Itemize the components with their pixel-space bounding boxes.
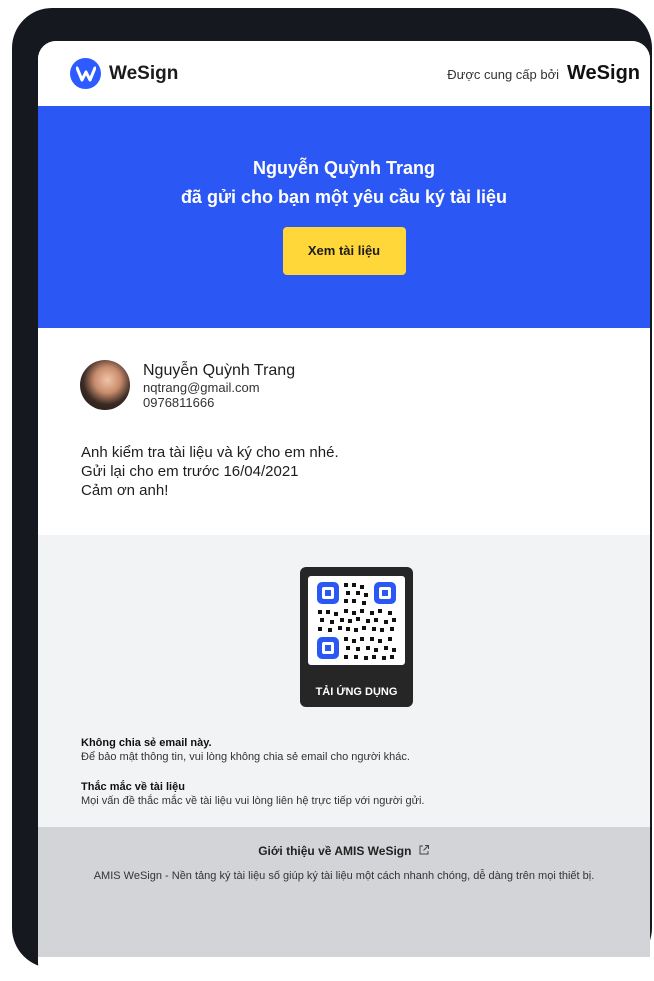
device-frame: WeSign Được cung cấp bởi WeSign Nguyễn Q… [12,8,652,981]
hero-sender-name: Nguyễn Quỳnh Trang [252,158,435,178]
no-share-text: Để bảo mật thông tin, vui lòng không chi… [81,751,410,763]
questions-title: Thắc mắc về tài liệu [81,781,185,793]
message-line: Cảm ơn anh! [81,482,169,499]
avatar [80,360,130,410]
sender-phone: 0976811666 [143,395,215,410]
message-line: Anh kiểm tra tài liệu và ký cho em nhé. [81,444,339,461]
email-header: WeSign Được cung cấp bởi WeSign [38,41,650,106]
message-line: Gửi lại cho em trước 16/04/2021 [81,463,299,480]
hero-banner: Nguyễn Quỳnh Trang đã gửi cho bạn một yê… [38,106,650,328]
footer-description: AMIS WeSign - Nền tảng ký tài liệu số gi… [93,870,595,882]
brand: WeSign [70,58,178,89]
no-share-notice: Không chia sẻ email này. Để bảo mật thôn… [81,737,410,763]
sender-section: Nguyễn Quỳnh Trang nqtrang@gmail.com 097… [38,328,650,535]
qr-code-icon [308,576,405,665]
no-share-title: Không chia sẻ email này. [81,737,212,749]
sender-message: Anh kiểm tra tài liệu và ký cho em nhé. … [81,443,339,500]
footer: Giới thiệu về AMIS WeSign AMIS WeSign - … [38,827,650,957]
download-app-label: TẢI ỨNG DỤNG [315,686,398,698]
email-screen: WeSign Được cung cấp bởi WeSign Nguyễn Q… [38,41,650,981]
sender-info: Nguyễn Quỳnh Trang nqtrang@gmail.com 097… [143,362,295,410]
about-wesign-label: Giới thiệu về AMIS WeSign [258,844,412,858]
questions-notice: Thắc mắc về tài liệu Mọi vấn đề thắc mắc… [81,781,424,807]
sender-email[interactable]: nqtrang@gmail.com [143,380,295,395]
view-document-button[interactable]: Xem tài liệu [282,227,406,275]
about-wesign-link[interactable]: Giới thiệu về AMIS WeSign [38,827,650,858]
provided-by: Được cung cấp bởi WeSign [447,62,640,85]
hero-subtitle: đã gửi cho bạn một yêu cầu ký tài liệu [180,187,508,207]
download-app-qr[interactable]: TẢI ỨNG DỤNG [300,567,413,707]
brand-name: WeSign [109,62,179,84]
info-section: TẢI ỨNG DỤNG Không chia sẻ email này. Để… [38,535,650,827]
provided-by-brand: WeSign [567,62,640,84]
wesign-logo-icon [70,58,101,89]
sender-name: Nguyễn Quỳnh Trang [143,362,296,379]
provided-by-label: Được cung cấp bởi [447,67,560,82]
external-link-icon [419,845,429,855]
questions-text: Mọi vấn đề thắc mắc về tài liệu vui lòng… [81,795,425,807]
